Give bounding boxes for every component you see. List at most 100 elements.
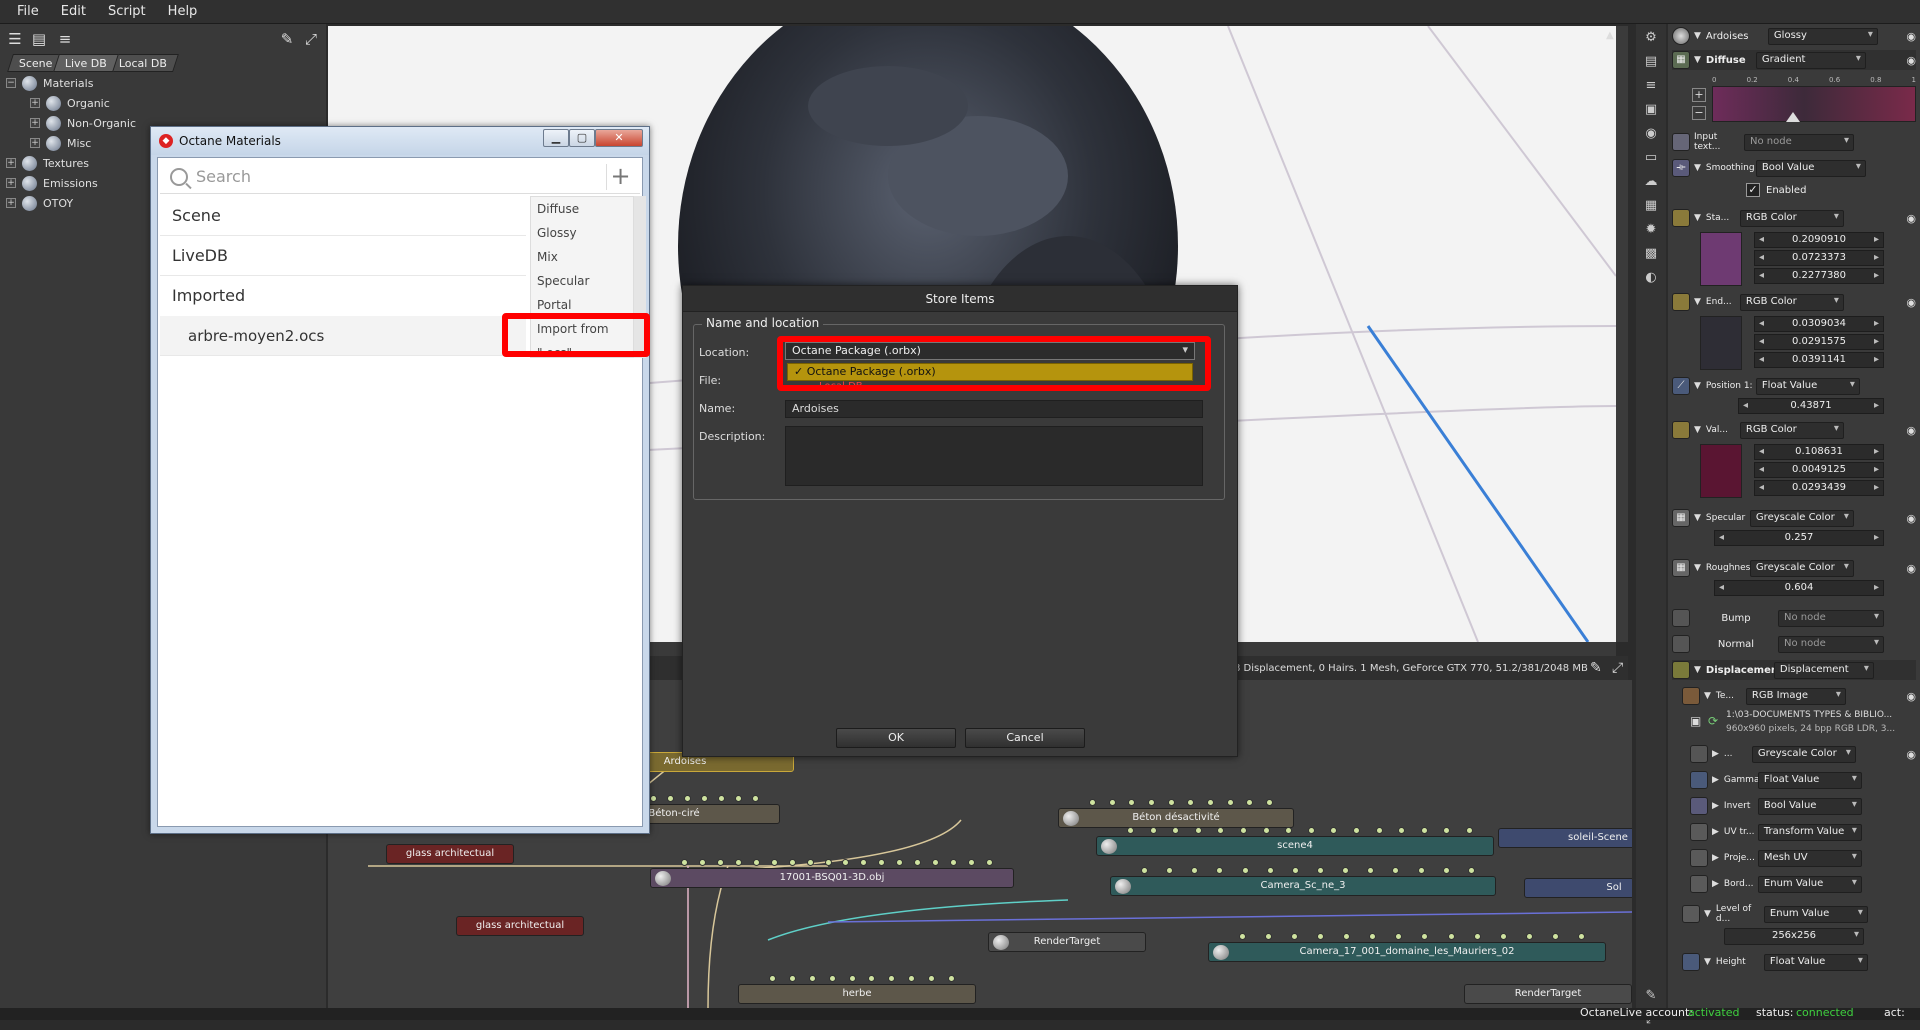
tree-item-textures[interactable]: + Textures: [6, 154, 89, 172]
add-button[interactable]: +: [606, 164, 634, 190]
menu-item-glossy[interactable]: Glossy: [531, 221, 633, 245]
menu-help[interactable]: Help: [157, 4, 209, 19]
eye-icon[interactable]: ◉: [1906, 212, 1916, 225]
tree-item-non-organic[interactable]: + Non-Organic: [30, 114, 136, 132]
gradient-stop-handle[interactable]: [1786, 112, 1800, 122]
expand-icon[interactable]: ▶: [1712, 749, 1719, 759]
tree-item-emissions[interactable]: + Emissions: [6, 174, 98, 192]
height-type-select[interactable]: Float Value: [1763, 953, 1868, 971]
expand-icon[interactable]: +: [6, 198, 16, 208]
maximize-button[interactable]: ▢: [569, 129, 595, 147]
viewport-scrollbar[interactable]: [1616, 26, 1628, 642]
start-color-swatch[interactable]: [1700, 232, 1742, 286]
image-icon[interactable]: ▣: [1641, 102, 1661, 120]
input-text-select[interactable]: No node: [1744, 133, 1854, 151]
menu-item-diffuse[interactable]: Diffuse: [531, 197, 633, 221]
gamma-type-select[interactable]: Float Value: [1757, 771, 1862, 789]
category-livedb[interactable]: LiveDB: [160, 236, 526, 276]
invert-type-select[interactable]: Bool Value: [1757, 797, 1862, 815]
node-camera-domaine[interactable]: Camera_17_001_domaine_les_Mauriers_02: [1208, 933, 1606, 962]
collapse-icon[interactable]: ▼: [1694, 213, 1701, 223]
position-value-field[interactable]: 0.43871: [1738, 398, 1884, 414]
val-type-select[interactable]: RGB Color: [1739, 421, 1844, 439]
collapse-icon[interactable]: ▼: [1704, 909, 1711, 919]
projection-select[interactable]: Mesh UV: [1757, 849, 1862, 867]
scroll-up-icon[interactable]: ▲: [1606, 30, 1614, 41]
list-icon[interactable]: ≡: [54, 28, 76, 50]
smoothing-type-select[interactable]: Bool Value: [1755, 159, 1866, 177]
ok-button[interactable]: OK: [836, 728, 956, 748]
material-type-select[interactable]: Glossy: [1767, 27, 1878, 45]
scene-icon[interactable]: ⚙: [1641, 30, 1661, 48]
remove-stop-button[interactable]: −: [1692, 106, 1706, 120]
val-g-field[interactable]: 0.0049125: [1754, 462, 1884, 478]
expand-icon[interactable]: ▶: [1712, 801, 1719, 811]
node-scene4[interactable]: scene4: [1096, 827, 1494, 856]
collapse-icon[interactable]: ▼: [1704, 957, 1711, 967]
uv-transform-select[interactable]: Transform Value: [1757, 823, 1862, 841]
wrench-icon[interactable]: ✎: [1641, 988, 1661, 1006]
node-camera-sc-ne-3[interactable]: Camera_Sc_ne_3: [1110, 867, 1496, 896]
diffuse-type-select[interactable]: Gradient: [1755, 51, 1866, 69]
menu-script[interactable]: Script: [97, 4, 157, 19]
add-stop-button[interactable]: +: [1692, 88, 1706, 102]
node-rendertarget-2[interactable]: RenderTarget: [1464, 984, 1632, 1004]
description-field[interactable]: [785, 426, 1203, 486]
node-glass-architectual[interactable]: glass architectual: [386, 844, 514, 864]
border-mode-select[interactable]: Enum Value: [1757, 875, 1862, 893]
wrench-icon[interactable]: ✎: [276, 28, 298, 50]
menu-item-mix[interactable]: Mix: [531, 245, 633, 269]
outliner-icon[interactable]: ☰: [4, 28, 26, 50]
eye-icon[interactable]: ◉: [1906, 690, 1916, 703]
end-color-swatch[interactable]: [1700, 316, 1742, 370]
normal-select[interactable]: No node: [1778, 635, 1884, 653]
collapse-icon[interactable]: ▼: [1694, 665, 1701, 675]
eye-icon[interactable]: ◉: [1906, 512, 1916, 525]
cloud-icon[interactable]: ☁: [1641, 174, 1661, 192]
collapse-icon[interactable]: ▼: [1694, 31, 1701, 41]
search-input[interactable]: Search: [196, 167, 251, 186]
fullscreen-icon[interactable]: ⤢: [1612, 660, 1623, 676]
specular-value-field[interactable]: 0.257: [1714, 530, 1884, 546]
position-type-select[interactable]: Float Value: [1755, 377, 1860, 395]
expand-icon[interactable]: +: [6, 178, 16, 188]
gradient-preview[interactable]: [1712, 86, 1916, 122]
collapse-icon[interactable]: ▼: [1694, 381, 1701, 391]
menu-edit[interactable]: Edit: [50, 4, 97, 19]
reload-icon[interactable]: ⟳: [1708, 714, 1718, 728]
node-beton-desactivite[interactable]: Béton désactivité: [1058, 799, 1294, 828]
minimize-button[interactable]: ▁: [543, 129, 569, 147]
enabled-checkbox[interactable]: ✓: [1746, 183, 1760, 197]
texture-type-select[interactable]: RGB Image: [1745, 687, 1846, 705]
picture-icon[interactable]: ▦: [1641, 198, 1661, 216]
collapse-icon[interactable]: −: [6, 78, 16, 88]
expand-icon[interactable]: +: [30, 118, 40, 128]
specular-type-select[interactable]: Greyscale Color: [1749, 509, 1854, 527]
layers-icon[interactable]: ▤: [1641, 54, 1661, 72]
expand-icon[interactable]: ▶: [1712, 879, 1719, 889]
roughness-value-field[interactable]: 0.604: [1714, 580, 1884, 596]
level-value-select[interactable]: 256x256: [1724, 928, 1864, 945]
node-sol[interactable]: Sol: [1524, 878, 1632, 898]
tree-item-materials[interactable]: − Materials: [6, 74, 93, 92]
start-g-field[interactable]: 0.0723373: [1754, 250, 1884, 266]
camera-icon[interactable]: ◉: [1641, 126, 1661, 144]
collapse-icon[interactable]: ▼: [1694, 297, 1701, 307]
collapse-icon[interactable]: ▼: [1694, 563, 1701, 573]
fullscreen-icon[interactable]: ⤢: [300, 28, 322, 50]
expand-icon[interactable]: ▶: [1712, 775, 1719, 785]
node-obj-mesh[interactable]: 17001-BSQ01-3D.obj: [650, 859, 1014, 888]
roughness-type-select[interactable]: Greyscale Color: [1749, 559, 1854, 577]
eye-icon[interactable]: ◉: [1906, 748, 1916, 761]
start-type-select[interactable]: RGB Color: [1739, 209, 1844, 227]
material-icon[interactable]: ◐: [1641, 270, 1661, 288]
collapse-icon[interactable]: ▼: [1694, 163, 1701, 173]
wrench-icon[interactable]: ✎: [1590, 660, 1602, 676]
eye-icon[interactable]: ◉: [1906, 30, 1916, 43]
node-rendertarget[interactable]: RenderTarget: [988, 932, 1146, 952]
bump-select[interactable]: No node: [1778, 609, 1884, 627]
end-type-select[interactable]: RGB Color: [1739, 293, 1844, 311]
sub-greyscale-select[interactable]: Greyscale Color: [1751, 745, 1856, 763]
eye-icon[interactable]: ◉: [1906, 562, 1916, 575]
menu-item-specular[interactable]: Specular: [531, 269, 633, 293]
